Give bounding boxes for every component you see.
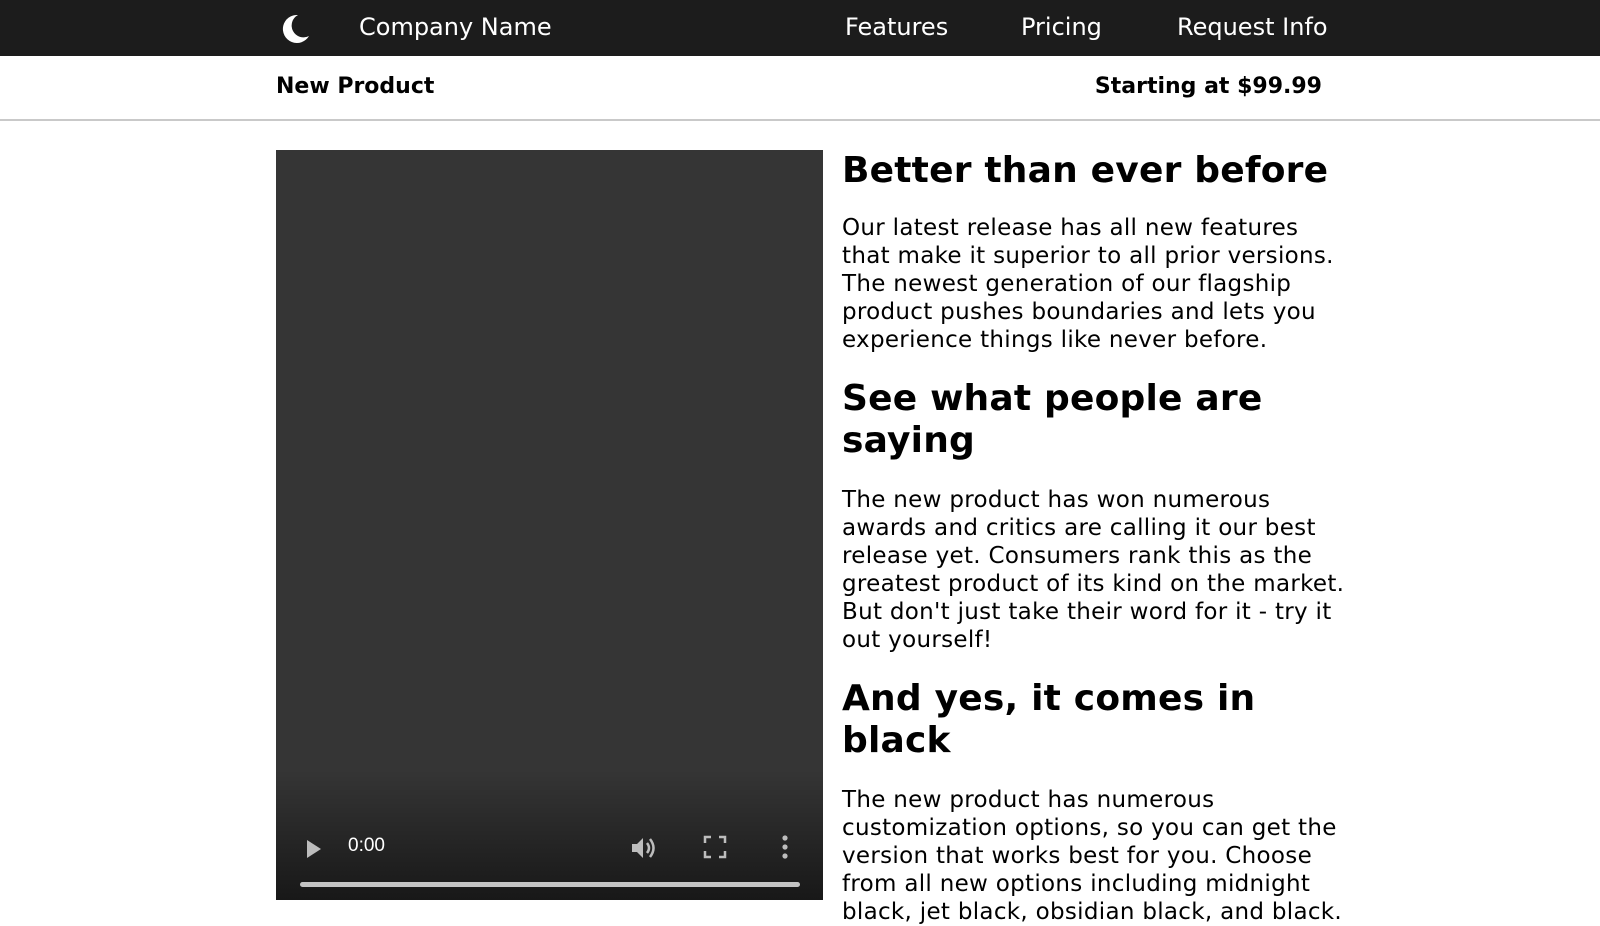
section-heading: And yes, it comes in black [842,678,1256,761]
section-heading: See what people are saying [842,378,1263,461]
more-options-icon[interactable] [781,834,789,864]
nav-pricing-link[interactable]: Pricing [1021,10,1102,44]
volume-icon[interactable] [629,834,657,866]
video-player[interactable] [276,150,823,900]
play-icon[interactable] [304,838,324,864]
company-name-link[interactable]: Company Name [359,10,552,44]
section-body: The new product has won numerous awards … [842,487,1345,653]
nav-features-link[interactable]: Features [845,10,948,44]
price-text: Starting at $99.99 [1094,74,1322,99]
video-progress-bar[interactable] [300,882,800,887]
top-navigation-bar: Company Name Features Pricing Request In… [0,0,1600,56]
fullscreen-icon[interactable] [703,835,727,863]
section-heading: Better than ever before [842,150,1329,191]
section-body: Our latest release has all new features … [842,215,1334,353]
crescent-moon-icon[interactable] [278,12,312,46]
section-body: The new product has numerous customizati… [842,787,1343,925]
video-time-display: 0:00 [348,835,385,856]
product-subheader: New Product Starting at $99.99 [0,56,1600,121]
product-name: New Product [276,74,435,99]
product-description: Better than ever before Our latest relea… [842,150,1352,926]
nav-request-info-link[interactable]: Request Info [1177,10,1328,44]
